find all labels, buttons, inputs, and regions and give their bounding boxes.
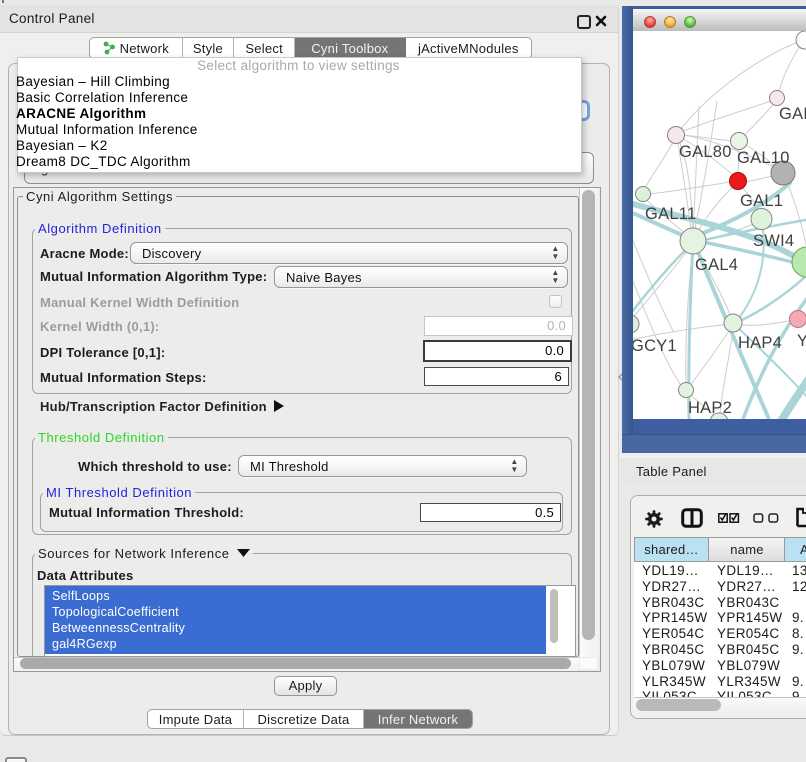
svg-text:GAL10: GAL10 <box>737 149 790 167</box>
svg-text:HAP2: HAP2 <box>688 399 732 417</box>
svg-text:YM: YM <box>797 332 806 350</box>
svg-text:SWI4: SWI4 <box>753 232 794 250</box>
svg-text:GAL7: GAL7 <box>779 105 806 123</box>
svg-text:GAL4: GAL4 <box>695 256 738 274</box>
svg-text:GCY1: GCY1 <box>633 337 677 355</box>
svg-text:GAL80: GAL80 <box>679 143 732 161</box>
svg-text:GAL1: GAL1 <box>740 192 783 210</box>
svg-text:GAL11: GAL11 <box>645 205 696 223</box>
svg-text:HAP4: HAP4 <box>738 334 782 352</box>
